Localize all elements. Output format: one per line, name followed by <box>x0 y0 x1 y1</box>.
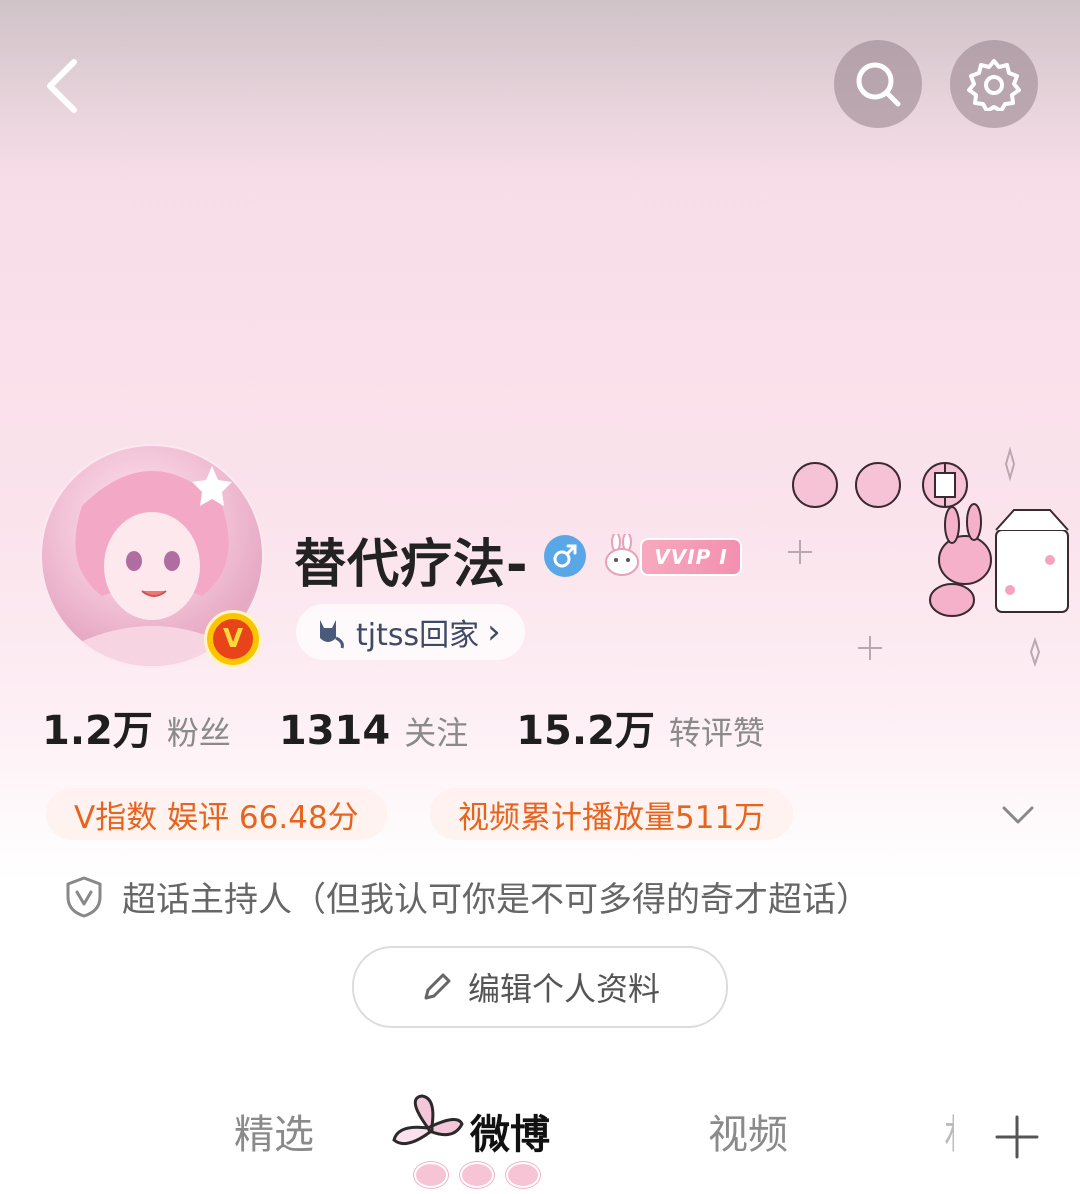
video-plays-tag[interactable]: 视频累计播放量511万 <box>430 788 794 840</box>
edit-profile-button[interactable]: 编辑个人资料 <box>352 946 728 1028</box>
stat-interactions[interactable]: 15.2万 转评赞 <box>516 698 765 756</box>
bunny-icon <box>605 534 639 576</box>
following-count: 1314 <box>278 708 391 754</box>
followers-count: 1.2万 <box>42 708 153 754</box>
settings-button[interactable] <box>950 40 1038 128</box>
supertopic-home-link[interactable]: tjtss回家 › <box>296 604 525 660</box>
indicator-dot <box>460 1162 494 1188</box>
tab-weibo[interactable]: 微博 <box>470 1102 550 1160</box>
edit-profile-label: 编辑个人资料 <box>467 970 660 1008</box>
gear-icon <box>967 59 1021 111</box>
cover-sticker-decoration <box>788 446 1069 668</box>
vip-badge[interactable]: VVIP I <box>600 530 742 580</box>
shield-v-icon <box>66 876 102 917</box>
vip-badge-label: VVIP I <box>640 538 742 576</box>
stat-following[interactable]: 1314 关注 <box>279 708 468 754</box>
interactions-label: 转评赞 <box>668 714 765 752</box>
v-index-tag[interactable]: V指数 娱评 66.48分 <box>46 788 387 840</box>
chevron-right-icon: › <box>487 612 501 652</box>
chevron-down-icon <box>1002 806 1034 824</box>
username: 替代疗法- <box>294 535 529 595</box>
verified-badge-label: V <box>213 619 253 659</box>
back-button[interactable] <box>22 46 102 126</box>
profile-tabs: 精选 微博 视频 相 <box>0 1080 1080 1194</box>
indicator-dot <box>414 1162 448 1188</box>
expand-tags-button[interactable] <box>994 790 1042 838</box>
butterfly-icon <box>392 1094 464 1146</box>
interactions-count: 15.2万 <box>516 708 655 754</box>
active-tab-indicator <box>414 1162 540 1188</box>
following-label: 关注 <box>404 714 469 752</box>
chevron-left-icon <box>47 59 77 113</box>
stat-followers[interactable]: 1.2万 粉丝 <box>42 698 231 756</box>
role-info[interactable]: 超话主持人（但我认可你是不可多得的奇才超话） <box>64 872 870 921</box>
plus-icon <box>995 1115 1039 1159</box>
followers-label: 粉丝 <box>166 714 231 752</box>
indicator-dot <box>506 1162 540 1188</box>
cat-icon <box>320 620 344 649</box>
add-tab-button[interactable] <box>954 1080 1080 1194</box>
tab-featured[interactable]: 精选 <box>234 1102 314 1160</box>
tab-video[interactable]: 视频 <box>708 1102 788 1160</box>
profile-stats: 1.2万 粉丝 1314 关注 15.2万 转评赞 <box>42 698 813 756</box>
home-link-label: tjtss回家 <box>356 618 480 653</box>
search-icon <box>856 62 901 107</box>
avatar[interactable]: V <box>40 444 264 668</box>
role-text: 超话主持人（但我认可你是不可多得的奇才超话） <box>122 880 870 920</box>
male-icon <box>544 535 586 577</box>
search-button[interactable] <box>834 40 922 128</box>
verified-badge: V <box>204 610 262 668</box>
pencil-icon <box>424 973 451 1000</box>
